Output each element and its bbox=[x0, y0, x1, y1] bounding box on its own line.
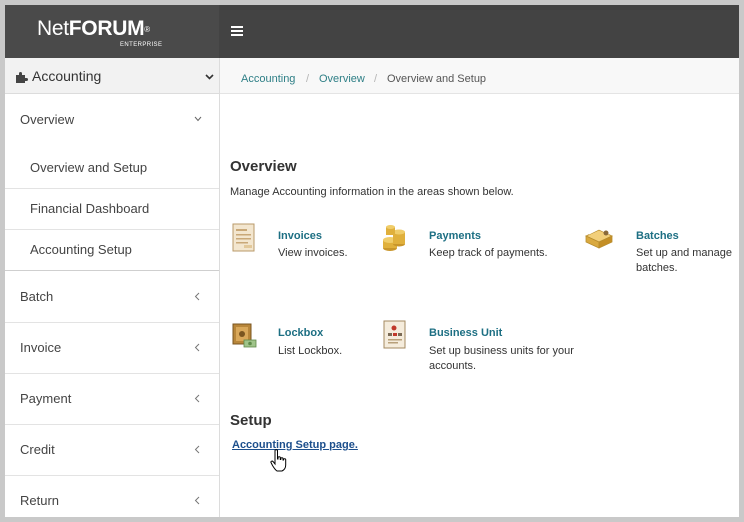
breadcrumb-current: Overview and Setup bbox=[387, 73, 487, 85]
accounting-setup-link[interactable]: Accounting Setup page. bbox=[232, 439, 358, 451]
chevron-left-icon bbox=[194, 292, 200, 301]
sidebar-item-label: Return bbox=[20, 493, 60, 508]
sidebar-subitem-financial-dashboard[interactable]: Financial Dashboard bbox=[5, 189, 219, 230]
batch-box-icon[interactable] bbox=[584, 222, 614, 254]
chevron-left-icon bbox=[194, 394, 200, 403]
sidebar-item-label: Overview bbox=[20, 112, 75, 127]
coins-icon[interactable] bbox=[380, 222, 410, 254]
sidebar-item-batch[interactable]: Batch bbox=[5, 272, 219, 323]
description-line: batches. bbox=[636, 262, 678, 274]
logo-forum-text: FORUM bbox=[68, 17, 145, 40]
sidebar-item-label: Invoice bbox=[20, 340, 62, 355]
description-line: List Lockbox. bbox=[278, 345, 343, 357]
breadcrumb-separator: / bbox=[306, 73, 310, 85]
sidebar-subitem-overview-and-setup[interactable]: Overview and Setup bbox=[5, 148, 219, 189]
hand-pointer-cursor-icon bbox=[270, 449, 287, 472]
batches-link[interactable]: Batches bbox=[636, 230, 679, 242]
description-line: Keep track of payments. bbox=[429, 247, 548, 259]
setup-heading: Setup bbox=[230, 412, 272, 429]
breadcrumb-link-accounting[interactable]: Accounting bbox=[241, 73, 295, 85]
batches-description: Set up and manage batches. bbox=[636, 246, 732, 276]
main-content: Overview Manage Accounting information i… bbox=[220, 94, 739, 517]
invoice-icon[interactable] bbox=[230, 222, 260, 254]
chevron-left-icon bbox=[194, 343, 200, 352]
breadcrumb: Accounting / Overview / Overview and Set… bbox=[220, 58, 739, 94]
lockbox-icon[interactable] bbox=[230, 318, 260, 350]
business-unit-description: Set up business units for your accounts. bbox=[429, 344, 574, 374]
breadcrumb-link-overview[interactable]: Overview bbox=[319, 73, 365, 85]
sidebar-item-credit[interactable]: Credit bbox=[5, 425, 219, 476]
brand-area: NetFORUM® ENTERPRISE bbox=[5, 5, 219, 58]
hamburger-icon[interactable] bbox=[231, 26, 243, 36]
chevron-left-icon bbox=[194, 496, 200, 505]
business-unit-icon[interactable] bbox=[380, 318, 410, 350]
description-line: Set up business units for your bbox=[429, 345, 574, 357]
sidebar-item-overview[interactable]: Overview bbox=[5, 95, 219, 146]
business-unit-link[interactable]: Business Unit bbox=[429, 327, 502, 339]
sidebar-subitem-label: Accounting Setup bbox=[30, 242, 132, 257]
lockbox-link[interactable]: Lockbox bbox=[278, 327, 323, 339]
description-line: accounts. bbox=[429, 360, 477, 372]
sidebar: Accounting Overview Overview and Setup F… bbox=[5, 58, 220, 517]
sidebar-item-return[interactable]: Return bbox=[5, 476, 219, 517]
sidebar-item-label: Credit bbox=[20, 442, 55, 457]
overview-intro: Manage Accounting information in the are… bbox=[230, 186, 514, 198]
overview-heading: Overview bbox=[230, 158, 297, 175]
app-window: NetFORUM® ENTERPRISE Accounting Overview bbox=[5, 5, 739, 517]
breadcrumb-separator: / bbox=[374, 73, 378, 85]
description-line: View invoices. bbox=[278, 247, 348, 259]
module-label: Accounting bbox=[32, 68, 102, 84]
invoices-link[interactable]: Invoices bbox=[278, 230, 322, 242]
module-selector[interactable]: Accounting bbox=[5, 58, 219, 94]
invoices-description: View invoices. bbox=[278, 246, 348, 261]
logo-enterprise-text: ENTERPRISE bbox=[120, 42, 163, 48]
lockbox-description: List Lockbox. bbox=[278, 344, 342, 359]
sidebar-item-payment[interactable]: Payment bbox=[5, 374, 219, 425]
puzzle-icon bbox=[16, 72, 28, 83]
sidebar-item-invoice[interactable]: Invoice bbox=[5, 323, 219, 374]
sidebar-item-label: Payment bbox=[20, 391, 72, 406]
chevron-left-icon bbox=[194, 445, 200, 454]
top-bar: NetFORUM® ENTERPRISE bbox=[5, 5, 739, 58]
payments-description: Keep track of payments. bbox=[429, 246, 548, 261]
sidebar-subitem-label: Overview and Setup bbox=[30, 160, 148, 175]
logo-registered-mark: ® bbox=[144, 25, 150, 34]
netforum-logo[interactable]: NetFORUM® bbox=[37, 17, 150, 41]
sidebar-item-label: Batch bbox=[20, 289, 54, 304]
logo-net-text: Net bbox=[37, 17, 69, 40]
chevron-down-icon bbox=[205, 74, 214, 80]
description-line: Set up and manage bbox=[636, 247, 733, 259]
payments-link[interactable]: Payments bbox=[429, 230, 481, 242]
sidebar-subitem-accounting-setup[interactable]: Accounting Setup bbox=[5, 230, 219, 271]
chevron-down-icon bbox=[194, 116, 202, 122]
sidebar-subitem-label: Financial Dashboard bbox=[30, 201, 150, 216]
